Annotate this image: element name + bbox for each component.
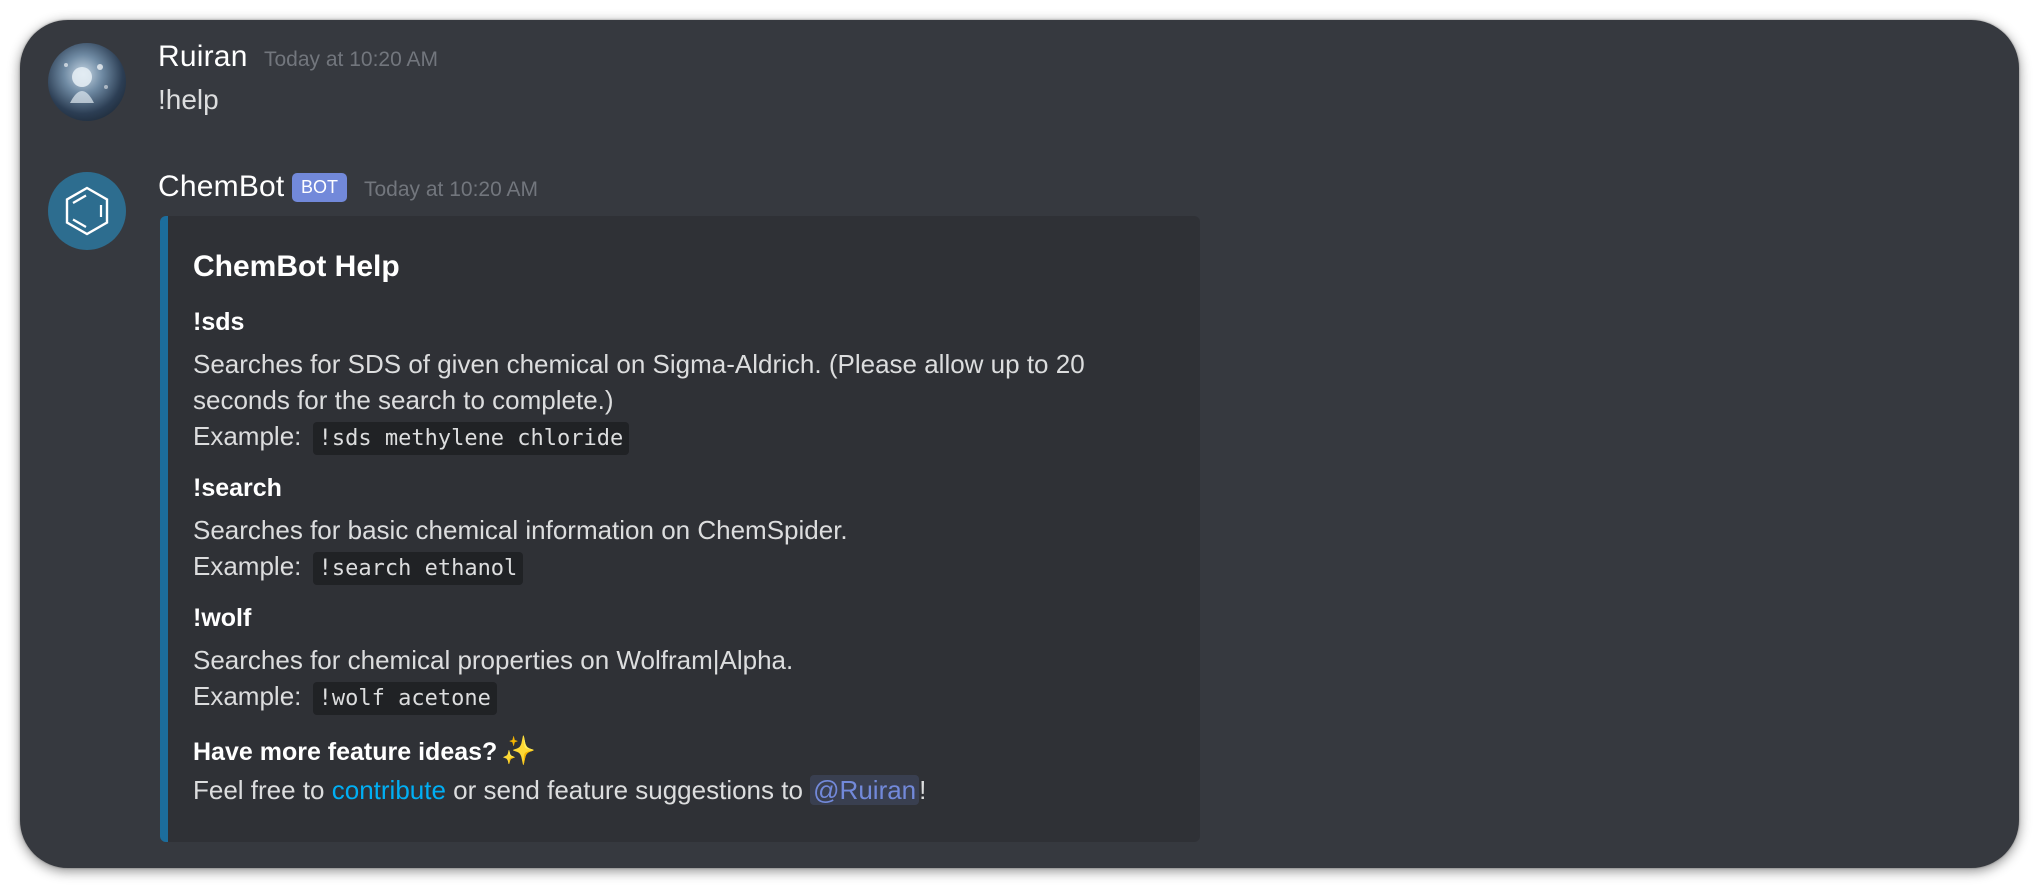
example-label: Example: (193, 421, 302, 451)
field-desc-line: seconds for the search to complete.) (193, 385, 614, 415)
user-mention[interactable]: @Ruiran (810, 775, 920, 805)
field-desc-line: Searches for basic chemical information … (193, 515, 848, 545)
user-avatar-image (64, 63, 108, 103)
contribute-link[interactable]: contribute (332, 775, 446, 805)
field-desc-wolf: Searches for chemical properties on Wolf… (193, 642, 793, 717)
message-timestamp: Today at 10:20 AM (264, 48, 438, 71)
example-label: Example: (193, 681, 302, 711)
footer-text-middle: or send feature suggestions to (445, 775, 811, 805)
field-desc-line: Searches for chemical properties on Wolf… (193, 645, 794, 675)
benzene-icon (65, 186, 109, 236)
field-desc-line: Searches for SDS of given chemical on Si… (193, 349, 1085, 379)
help-embed: ChemBot Help !sds Searches for SDS of gi… (160, 216, 1200, 842)
example-label: Example: (193, 551, 302, 581)
field-name-ideas: Have more feature ideas? ✨ (193, 734, 536, 767)
field-name-search: !search (193, 474, 282, 502)
bot-avatar[interactable] (48, 172, 126, 250)
chat-window: Ruiran Today at 10:20 AM !help ChemBot B… (20, 20, 2019, 868)
field-desc-ideas: Feel free to contribute or send feature … (193, 772, 926, 808)
example-code: !search ethanol (312, 552, 524, 585)
message-author[interactable]: Ruiran (158, 40, 248, 74)
message-author[interactable]: ChemBot (158, 170, 284, 204)
message-content: !help (158, 84, 219, 115)
user-avatar[interactable] (48, 43, 126, 121)
example-code: !wolf acetone (312, 682, 497, 715)
example-code: !sds methylene chloride (312, 422, 630, 455)
field-example: Example: !sds methylene chloride (193, 418, 1085, 457)
field-desc-search: Searches for basic chemical information … (193, 512, 848, 587)
message-timestamp: Today at 10:20 AM (364, 178, 538, 201)
field-name-sds: !sds (193, 308, 245, 336)
bot-tag: BOT (292, 173, 348, 202)
footer-text-before: Feel free to (193, 775, 332, 805)
sparkles-icon: ✨ (501, 735, 537, 766)
field-name-wolf: !wolf (193, 604, 252, 632)
field-example: Example: !search ethanol (193, 548, 848, 587)
field-example: Example: !wolf acetone (193, 678, 793, 717)
embed-title: ChemBot Help (193, 250, 400, 283)
field-ideas-label: Have more feature ideas? (193, 738, 498, 766)
footer-text-after: ! (919, 775, 927, 805)
field-desc-sds: Searches for SDS of given chemical on Si… (193, 346, 1085, 457)
